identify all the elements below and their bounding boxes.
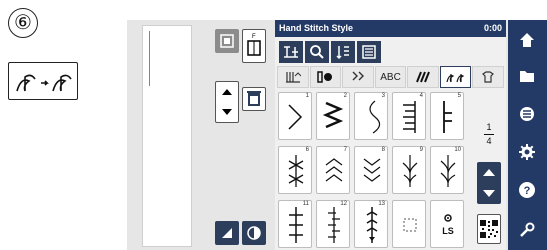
edit-button-column: F bbox=[195, 25, 271, 247]
stitch-cell-2[interactable]: 2 bbox=[316, 92, 350, 140]
panel-title-bar: Hand Stitch Style 0:00 bbox=[275, 20, 506, 37]
step-number: ⑥ bbox=[8, 8, 38, 38]
page-total: 4 bbox=[486, 136, 492, 146]
home-icon[interactable] bbox=[517, 30, 537, 50]
svg-text:?: ? bbox=[524, 185, 531, 197]
list-icon[interactable] bbox=[517, 104, 537, 124]
stitch-cell-3[interactable]: 3 bbox=[354, 92, 388, 140]
mirror-button[interactable] bbox=[242, 221, 266, 245]
tab-hand-stitch[interactable] bbox=[439, 66, 472, 88]
page-navigator: 1 4 bbox=[475, 92, 503, 248]
ls-label: LS bbox=[442, 226, 454, 236]
stitch-panel: Hand Stitch Style 0:00 ABC 1 2 3 4 5 6 7… bbox=[275, 20, 506, 250]
tools-icon[interactable] bbox=[517, 220, 537, 240]
stitch-cell-9[interactable]: 9 bbox=[392, 146, 426, 194]
size-button[interactable] bbox=[215, 221, 239, 245]
stitch-cell-7[interactable]: 7 bbox=[316, 146, 350, 194]
stitch-cell-4[interactable]: 4 bbox=[392, 92, 426, 140]
list-view-button[interactable] bbox=[357, 41, 381, 63]
stitch-cell-13[interactable]: 13 bbox=[354, 200, 388, 248]
toolbar bbox=[279, 41, 381, 63]
delete-button[interactable] bbox=[242, 87, 266, 111]
text-edit-pane[interactable] bbox=[142, 25, 192, 247]
folder-icon[interactable] bbox=[517, 66, 537, 86]
tab-alphabet[interactable]: ABC bbox=[374, 66, 407, 88]
category-tabs: ABC bbox=[277, 66, 505, 88]
right-sidebar: ? bbox=[508, 20, 547, 250]
stitch-type-button[interactable] bbox=[279, 41, 303, 63]
tab-heirloom[interactable] bbox=[472, 66, 505, 88]
settings-icon[interactable] bbox=[517, 142, 537, 162]
stitch-cell-11[interactable]: 11 bbox=[278, 200, 312, 248]
search-icon[interactable] bbox=[305, 41, 329, 63]
page-indicator: 1 4 bbox=[475, 122, 503, 147]
stitch-cell-dotted[interactable] bbox=[392, 200, 426, 248]
qr-code-button[interactable] bbox=[477, 214, 501, 244]
image-preview-button[interactable] bbox=[215, 29, 239, 53]
stitch-cell-1[interactable]: 1 bbox=[278, 92, 312, 140]
tab-straight-stitch[interactable] bbox=[277, 66, 309, 88]
time-display: 0:00 bbox=[483, 23, 502, 33]
svg-text:F: F bbox=[252, 34, 256, 40]
stitch-cell-6[interactable]: 6 bbox=[278, 146, 312, 194]
tab-decorative[interactable] bbox=[342, 66, 374, 88]
help-icon[interactable]: ? bbox=[517, 180, 537, 200]
stitch-cell-ls[interactable]: LS bbox=[430, 200, 464, 248]
hand-stitch-tab-callout-icon bbox=[8, 62, 78, 100]
stitch-grid: 1 2 3 4 5 6 7 8 9 10 11 12 13 LS bbox=[278, 92, 473, 248]
tab-satin[interactable] bbox=[407, 66, 439, 88]
sort-button[interactable] bbox=[331, 41, 355, 63]
presser-foot-button[interactable]: F bbox=[242, 29, 266, 63]
page-updown-button[interactable] bbox=[477, 162, 501, 204]
stitch-cell-5[interactable]: 5 bbox=[430, 92, 464, 140]
stitch-cell-10[interactable]: 10 bbox=[430, 146, 464, 194]
tab-buttonhole[interactable] bbox=[309, 66, 342, 88]
cursor-updown-button[interactable] bbox=[215, 81, 239, 123]
text-cursor bbox=[149, 31, 150, 86]
panel-title: Hand Stitch Style bbox=[279, 23, 354, 33]
stitch-cell-8[interactable]: 8 bbox=[354, 146, 388, 194]
stitch-cell-12[interactable]: 12 bbox=[316, 200, 350, 248]
page-current: 1 bbox=[486, 122, 492, 132]
